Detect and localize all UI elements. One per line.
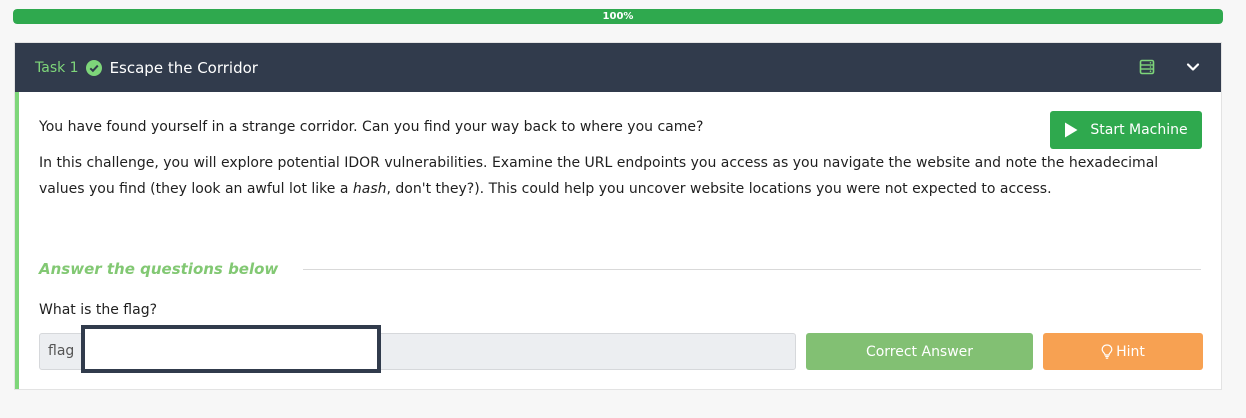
play-icon [1064,122,1078,138]
progress-fill: 100% [13,9,1223,24]
question-text: What is the flag? [39,302,158,318]
task-number: Task 1 [35,59,79,76]
task-header[interactable]: Task 1 Escape the Corridor [15,43,1221,92]
divider [303,269,1201,270]
start-machine-button[interactable]: Start Machine [1050,111,1202,149]
progress-label: 100% [602,11,634,22]
answer-heading: Answer the questions below [39,260,279,278]
hint-label: Hint [1116,343,1145,360]
description-emphasis: hash [352,181,387,197]
check-circle-icon [85,59,102,76]
description-part-2: , don't they?). This could help you unco… [386,181,1052,197]
hint-button[interactable]: Hint [1043,333,1203,370]
intro-text: You have found yourself in a strange cor… [39,119,704,135]
task-title: Escape the Corridor [109,58,258,77]
server-icon[interactable] [1139,59,1155,75]
task-body: You have found yourself in a strange cor… [15,92,1221,389]
description-text: In this challenge, you will explore pote… [39,150,1189,202]
task-card: Task 1 Escape the Corridor You have foun… [14,42,1222,390]
correct-answer-button[interactable]: Correct Answer [806,333,1033,370]
start-machine-label: Start Machine [1090,122,1188,138]
lightbulb-icon [1101,344,1113,359]
progress-bar: 100% [13,9,1223,24]
chevron-down-icon[interactable] [1185,59,1201,75]
redaction-box [81,325,381,373]
